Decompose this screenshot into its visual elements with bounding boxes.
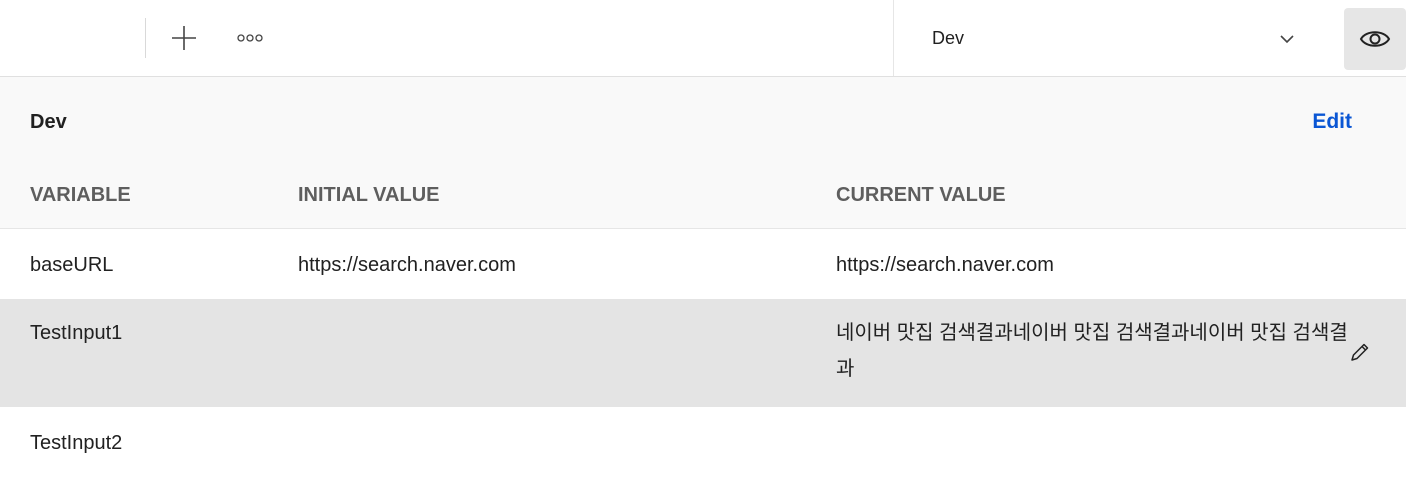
column-header-current-value: CURRENT VALUE — [836, 184, 1006, 206]
table-row: TestInput2 — [0, 407, 1406, 478]
variable-name: TestInput2 — [30, 432, 123, 454]
table-row: TestInput1 네이버 맛집 검색결과네이버 맛집 검색결과네이버 맛집 … — [0, 299, 1406, 407]
table-row: baseURL https://search.naver.com https:/… — [0, 228, 1406, 299]
panel-title: Dev — [30, 111, 67, 133]
variable-name: TestInput1 — [30, 322, 123, 344]
environment-quick-look-panel: Dev Edit VARIABLE INITIAL VALUE CURRENT … — [0, 76, 1406, 228]
current-value: 네이버 맛집 검색결과네이버 맛집 검색결과네이버 맛집 검색결과 — [836, 322, 1348, 380]
variable-name: baseURL — [30, 254, 114, 276]
edit-button[interactable]: Edit — [1312, 110, 1352, 134]
more-options-button[interactable] — [232, 26, 272, 50]
pencil-icon — [1351, 343, 1369, 361]
initial-value: https://search.naver.com — [298, 254, 516, 276]
environment-quick-look-button[interactable] — [1344, 8, 1406, 70]
column-header-initial-value: INITIAL VALUE — [298, 184, 440, 206]
current-value: https://search.naver.com — [836, 254, 1054, 276]
plus-icon — [172, 26, 196, 50]
environment-toolbar: Dev — [0, 0, 1406, 76]
environment-selected-label: Dev — [932, 28, 965, 48]
toolbar-divider — [145, 18, 146, 58]
environment-selector[interactable]: Dev — [894, 0, 1340, 76]
chevron-down-icon — [1280, 35, 1294, 44]
add-button[interactable] — [168, 22, 200, 54]
column-header-variable: VARIABLE — [30, 184, 131, 206]
more-horizontal-icon — [237, 34, 263, 42]
eye-icon — [1359, 31, 1391, 47]
edit-value-button[interactable] — [1349, 341, 1371, 363]
